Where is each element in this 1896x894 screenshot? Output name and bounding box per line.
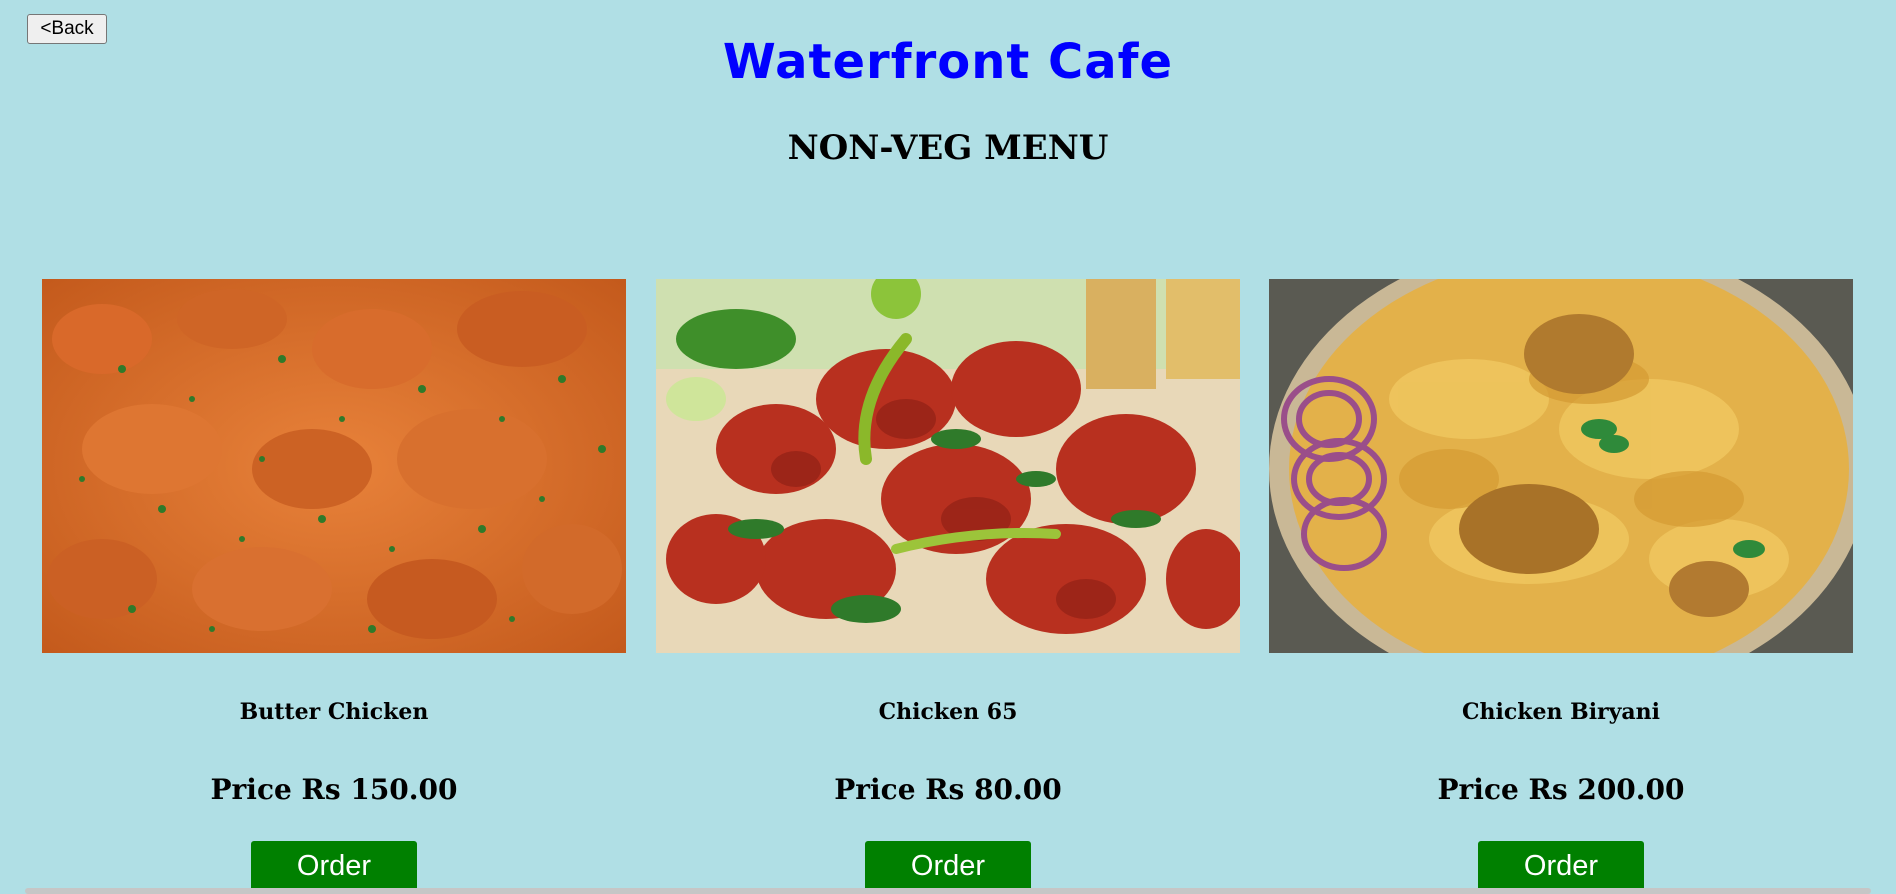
- chicken-65-photo: [656, 279, 1240, 653]
- horizontal-scrollbar[interactable]: [25, 888, 1871, 894]
- item-price: Price Rs 150.00: [210, 773, 458, 806]
- order-button-butter-chicken[interactable]: Order: [251, 841, 417, 891]
- menu-card-butter-chicken: Butter Chicken Price Rs 150.00 Order: [42, 279, 626, 891]
- page-title: Waterfront Cafe: [722, 34, 1174, 90]
- menu-card-chicken-65: Chicken 65 Price Rs 80.00 Order: [656, 279, 1240, 891]
- item-price: Price Rs 200.00: [1437, 773, 1685, 806]
- item-name: Butter Chicken: [239, 699, 429, 725]
- item-name: Chicken Biryani: [1461, 699, 1661, 725]
- butter-chicken-photo: [42, 279, 626, 653]
- order-button-chicken-65[interactable]: Order: [865, 841, 1031, 891]
- chicken-biryani-photo: [1269, 279, 1853, 653]
- item-price: Price Rs 80.00: [834, 773, 1062, 806]
- menu-card-chicken-biryani: Chicken Biryani Price Rs 200.00 Order: [1269, 279, 1853, 891]
- menu-heading: NON-VEG MENU: [787, 128, 1109, 168]
- order-button-chicken-biryani[interactable]: Order: [1478, 841, 1644, 891]
- item-name: Chicken 65: [878, 699, 1018, 725]
